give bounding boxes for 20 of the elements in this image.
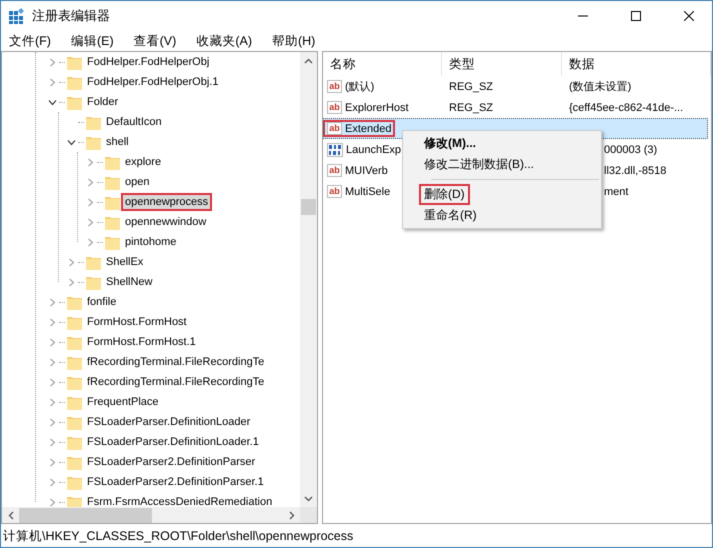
value-type: REG_SZ	[448, 102, 494, 114]
string-value-icon: ab	[327, 122, 342, 135]
string-value-icon: ab	[327, 101, 342, 114]
string-value-icon: ab	[327, 80, 342, 93]
string-value-icon: ab	[327, 164, 342, 177]
value-name: MultiSele	[345, 186, 390, 198]
value-type: REG_SZ	[448, 80, 494, 92]
value-name: ExplorerHost	[345, 102, 409, 114]
value-data: ment	[603, 186, 630, 198]
value-name: LaunchExp	[346, 144, 402, 156]
value-data: 000003 (3)	[603, 144, 658, 156]
window-title: 注册表编辑器	[32, 7, 111, 25]
value-name: Extended	[345, 122, 392, 134]
value-data: ll32.dll,-8518	[603, 164, 668, 176]
value-data: {ceff45ee-c862-41de-...	[568, 102, 684, 114]
value-data: (数值未设置)	[568, 80, 632, 94]
status-bar-path: 计算机\HKEY_CLASSES_ROOT\Folder\shell\opennewprocess	[3, 528, 354, 544]
string-value-icon: ab	[327, 185, 342, 198]
value-name: (默认)	[345, 80, 374, 94]
value-name: MUIVerb	[345, 164, 388, 176]
